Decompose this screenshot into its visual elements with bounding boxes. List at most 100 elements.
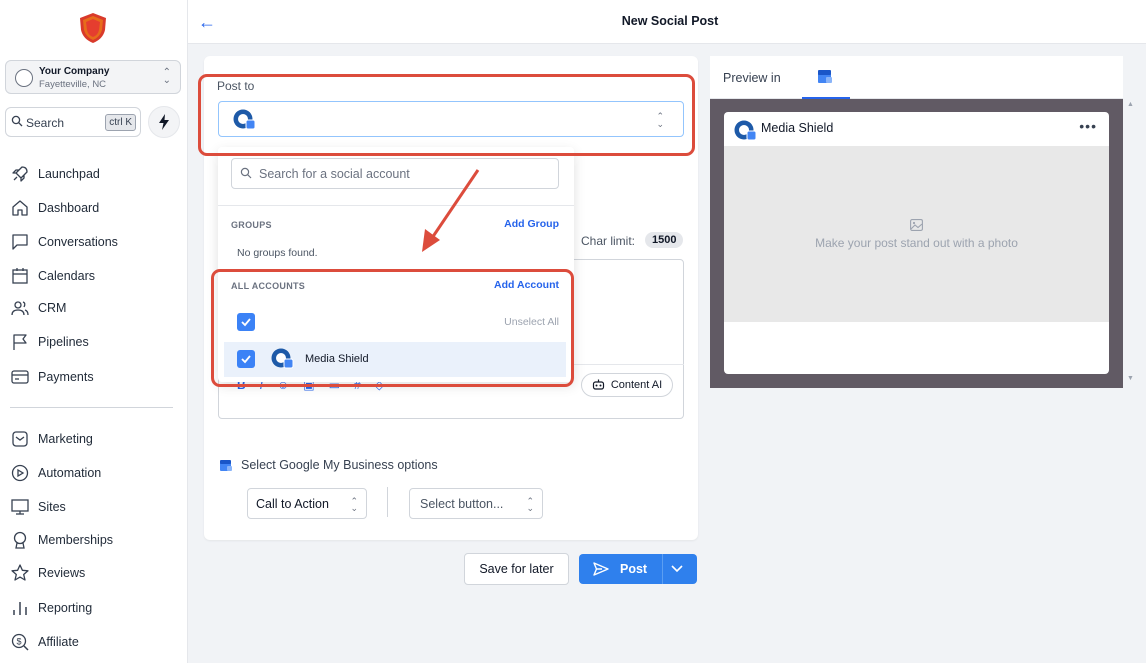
char-limit-label: Char limit: <box>581 234 636 248</box>
chevron-updown-icon: ⌃ ⌄ <box>526 496 534 513</box>
rocket-icon <box>12 166 28 182</box>
nav-memberships[interactable]: Memberships <box>10 529 180 551</box>
global-search[interactable]: Search ctrl K <box>5 107 141 137</box>
home-icon <box>12 200 28 216</box>
bar-chart-icon <box>13 602 27 615</box>
nav-label: Calendars <box>38 269 95 283</box>
scroll-up-arrow-icon[interactable]: ▲ <box>1127 101 1134 108</box>
photo-prompt: Make your post stand out with a photo <box>815 236 1018 250</box>
badge-icon <box>13 531 27 549</box>
groups-header: GROUPS <box>231 220 272 230</box>
chevron-down-icon[interactable] <box>670 560 684 576</box>
nav-label: Dashboard <box>38 201 100 215</box>
search-icon <box>11 115 23 127</box>
nav-label: Pipelines <box>38 335 89 349</box>
monitor-icon <box>11 499 29 515</box>
preview-post-card: Media Shield ••• Make your post stand ou… <box>724 112 1109 374</box>
button-type-select[interactable]: Select button... ⌃ ⌄ <box>409 488 543 519</box>
account-avatar-icon <box>734 120 757 141</box>
search-shortcut: ctrl K <box>105 114 136 131</box>
dollar-search-icon: $ <box>11 633 29 651</box>
annotation-box-accounts <box>211 269 574 387</box>
nav-calendars[interactable]: Calendars <box>10 265 180 287</box>
company-avatar-icon <box>15 69 33 87</box>
no-groups-text: No groups found. <box>237 247 318 259</box>
nav-reporting[interactable]: Reporting <box>10 597 180 619</box>
nav-label: Reporting <box>38 601 93 615</box>
nav-launchpad[interactable]: Launchpad <box>10 163 180 185</box>
chat-icon <box>12 234 28 250</box>
nav-label: Payments <box>38 370 94 384</box>
nav-affiliate[interactable]: $ Affiliate <box>10 631 180 653</box>
nav-automation[interactable]: Automation <box>10 462 180 484</box>
mail-icon <box>12 431 28 447</box>
nav-reviews[interactable]: Reviews <box>10 562 180 584</box>
flag-icon <box>13 334 27 350</box>
quick-actions-button[interactable] <box>148 106 180 138</box>
photo-placeholder: Make your post stand out with a photo <box>724 146 1109 322</box>
account-search[interactable] <box>231 158 559 189</box>
bolt-icon <box>159 114 169 130</box>
preview-panel: Preview in Media Shield ••• Make your po… <box>710 56 1123 388</box>
select-divider <box>387 487 388 517</box>
preview-account-name: Media Shield <box>761 121 834 135</box>
company-location: Fayetteville, NC <box>39 79 107 90</box>
image-placeholder-icon <box>910 219 923 231</box>
cta-value: Call to Action <box>256 497 329 511</box>
google-business-tab-icon[interactable] <box>817 69 833 84</box>
gmb-options-text: Select Google My Business options <box>241 458 438 472</box>
nav-dashboard[interactable]: Dashboard <box>10 197 180 219</box>
google-business-icon <box>220 459 232 471</box>
preview-tabs: Preview in <box>710 56 1123 99</box>
nav-label: Reviews <box>38 566 86 580</box>
search-label: Search <box>26 116 65 130</box>
call-to-action-select[interactable]: Call to Action ⌃ ⌄ <box>247 488 367 519</box>
nav-crm[interactable]: CRM <box>10 297 180 319</box>
sidebar: Your Company Fayetteville, NC ⌃ ⌄ Search … <box>0 0 188 663</box>
search-icon <box>240 167 252 179</box>
post-button-divider <box>662 554 663 584</box>
company-switcher[interactable]: Your Company Fayetteville, NC ⌃ ⌄ <box>5 60 181 94</box>
scroll-down-arrow-icon[interactable]: ▼ <box>1127 375 1134 382</box>
calendar-icon <box>12 268 28 284</box>
annotation-box-post-to <box>198 74 695 156</box>
nav-label: Affiliate <box>38 635 79 649</box>
star-icon <box>11 564 29 581</box>
preview-body: Media Shield ••• Make your post stand ou… <box>710 99 1123 388</box>
nav-label: Sites <box>38 500 66 514</box>
nav-label: Launchpad <box>38 167 100 181</box>
nav-pipelines[interactable]: Pipelines <box>10 331 180 353</box>
post-button-label: Post <box>620 562 648 576</box>
dropdown-divider <box>218 205 574 206</box>
save-for-later-button[interactable]: Save for later <box>464 553 569 585</box>
robot-icon <box>592 379 604 390</box>
nav-payments[interactable]: Payments <box>10 366 180 388</box>
sidebar-divider <box>10 407 173 408</box>
nav-label: Automation <box>38 466 102 480</box>
content-ai-button[interactable]: Content AI <box>581 373 673 397</box>
nav-label: Marketing <box>38 432 93 446</box>
chevron-updown-icon: ⌃ ⌄ <box>350 496 358 513</box>
gmb-options-label: Select Google My Business options <box>219 458 438 472</box>
send-icon <box>593 562 609 576</box>
nav-label: Memberships <box>38 533 114 547</box>
company-logo[interactable] <box>79 12 107 44</box>
users-icon <box>11 301 29 316</box>
nav-sites[interactable]: Sites <box>10 496 180 518</box>
nav-label: CRM <box>38 301 67 315</box>
preview-in-label: Preview in <box>723 71 781 85</box>
nav-marketing[interactable]: Marketing <box>10 428 180 450</box>
content-ai-label: Content AI <box>610 379 663 391</box>
char-limit-value: 1500 <box>645 232 684 248</box>
nav-conversations[interactable]: Conversations <box>10 231 180 253</box>
account-search-input[interactable] <box>259 165 549 183</box>
more-options-icon[interactable]: ••• <box>1079 118 1097 134</box>
button-select-placeholder: Select button... <box>420 497 504 511</box>
nav-label: Conversations <box>38 235 118 249</box>
post-button[interactable]: Post <box>579 554 697 584</box>
add-group-link[interactable]: Add Group <box>504 218 559 230</box>
play-icon <box>11 464 29 482</box>
top-header: ← New Social Post <box>188 0 1146 44</box>
card-icon <box>11 370 29 384</box>
svg-text:$: $ <box>16 637 21 647</box>
